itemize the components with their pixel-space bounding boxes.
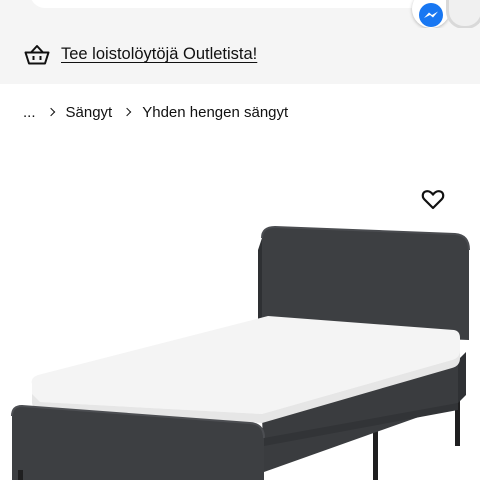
chevron-right-icon — [122, 107, 132, 117]
shopping-basket-icon — [24, 45, 50, 65]
breadcrumb: ... Sängyt Yhden hengen sängyt — [23, 101, 288, 123]
messenger-icon — [419, 3, 443, 27]
breadcrumb-ellipsis[interactable]: ... — [23, 104, 36, 121]
search-field[interactable] — [30, 0, 440, 8]
breadcrumb-item-single-beds[interactable]: Yhden hengen sängyt — [142, 104, 288, 121]
chevron-right-icon — [46, 107, 55, 117]
outlet-promo-link[interactable]: Tee loistolöytöjä Outletista! — [61, 45, 257, 64]
breadcrumb-item-beds[interactable]: Sängyt — [66, 104, 113, 121]
favourite-button[interactable] — [418, 184, 448, 214]
scan-button[interactable] — [446, 0, 480, 29]
product-image[interactable] — [0, 220, 480, 480]
heart-outline-icon — [421, 190, 445, 210]
messenger-button[interactable] — [412, 0, 450, 28]
top-bar — [0, 0, 480, 29]
outlet-promo-banner[interactable]: Tee loistolöytöjä Outletista! — [0, 28, 480, 84]
